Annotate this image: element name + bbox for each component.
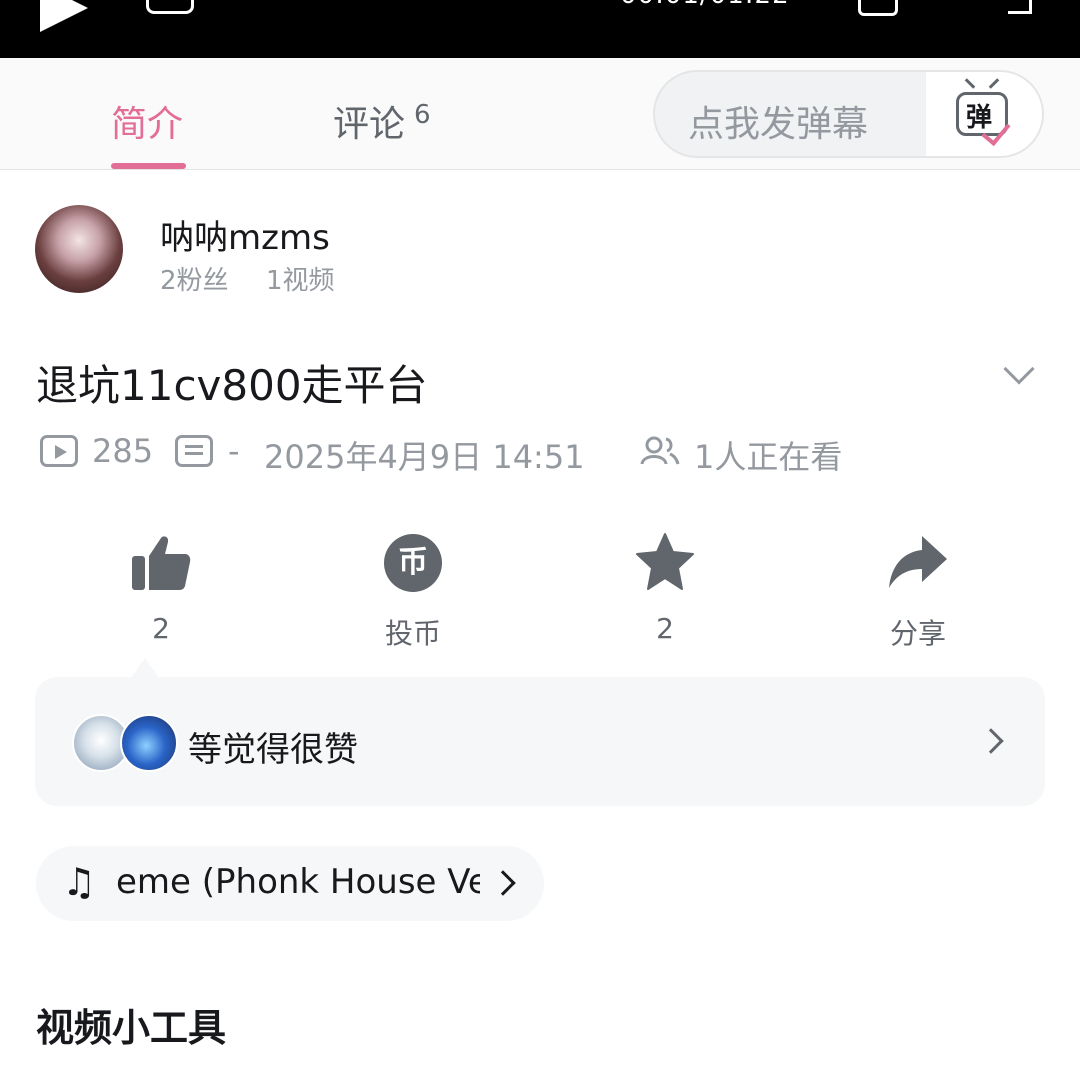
fullscreen-icon[interactable]	[1008, 0, 1032, 14]
uploader-video-count: 1视频	[266, 266, 335, 296]
star-icon[interactable]	[635, 532, 695, 592]
uploader-name[interactable]: 呐呐mzms	[160, 210, 330, 259]
active-tab-indicator	[111, 163, 186, 169]
coin-icon[interactable]: 币	[384, 534, 442, 592]
play-icon[interactable]	[40, 0, 88, 32]
liked-by-card[interactable]	[35, 677, 1045, 806]
chevron-down-icon[interactable]	[1003, 353, 1035, 385]
uploader-followers: 2粉丝	[160, 266, 229, 296]
share-icon[interactable]	[888, 532, 948, 592]
liked-by-text: 等觉得很赞	[188, 730, 358, 770]
playback-time: 00:01/01:22	[620, 0, 790, 10]
video-title: 退坑11cv800走平台	[36, 361, 428, 410]
coin-label: 投币	[384, 617, 441, 650]
like-count: 2	[152, 612, 170, 645]
danmaku-input-placeholder[interactable]: 点我发弹幕	[688, 95, 868, 147]
publish-date: 2025年4月9日 14:51	[264, 438, 585, 476]
viewers-icon	[640, 436, 680, 465]
video-tools-heading: 视频小工具	[36, 1006, 227, 1050]
share-label: 分享	[889, 617, 946, 650]
danmaku-count-icon	[175, 435, 213, 467]
danmaku-count: -	[228, 432, 240, 470]
play-count: 285	[92, 432, 154, 470]
like-icon[interactable]	[131, 532, 191, 592]
liker-avatar	[120, 714, 178, 772]
music-track-marquee: eme (Phonk House Ve	[116, 860, 480, 910]
comments-count: 6	[414, 100, 431, 130]
favorite-count: 2	[656, 612, 674, 645]
picture-in-picture-icon[interactable]	[146, 0, 194, 14]
tab-intro[interactable]: 简介	[111, 95, 183, 147]
music-track-text: eme (Phonk House Ve	[116, 862, 480, 902]
screen-capture-icon[interactable]	[858, 0, 898, 16]
play-count-icon	[40, 435, 78, 467]
uploader-avatar[interactable]	[35, 205, 123, 293]
liked-card-pointer	[131, 658, 159, 678]
watching-now: 1人正在看	[694, 438, 843, 476]
music-note-icon: ♫	[62, 860, 97, 904]
tab-comments[interactable]: 评论	[333, 95, 405, 147]
